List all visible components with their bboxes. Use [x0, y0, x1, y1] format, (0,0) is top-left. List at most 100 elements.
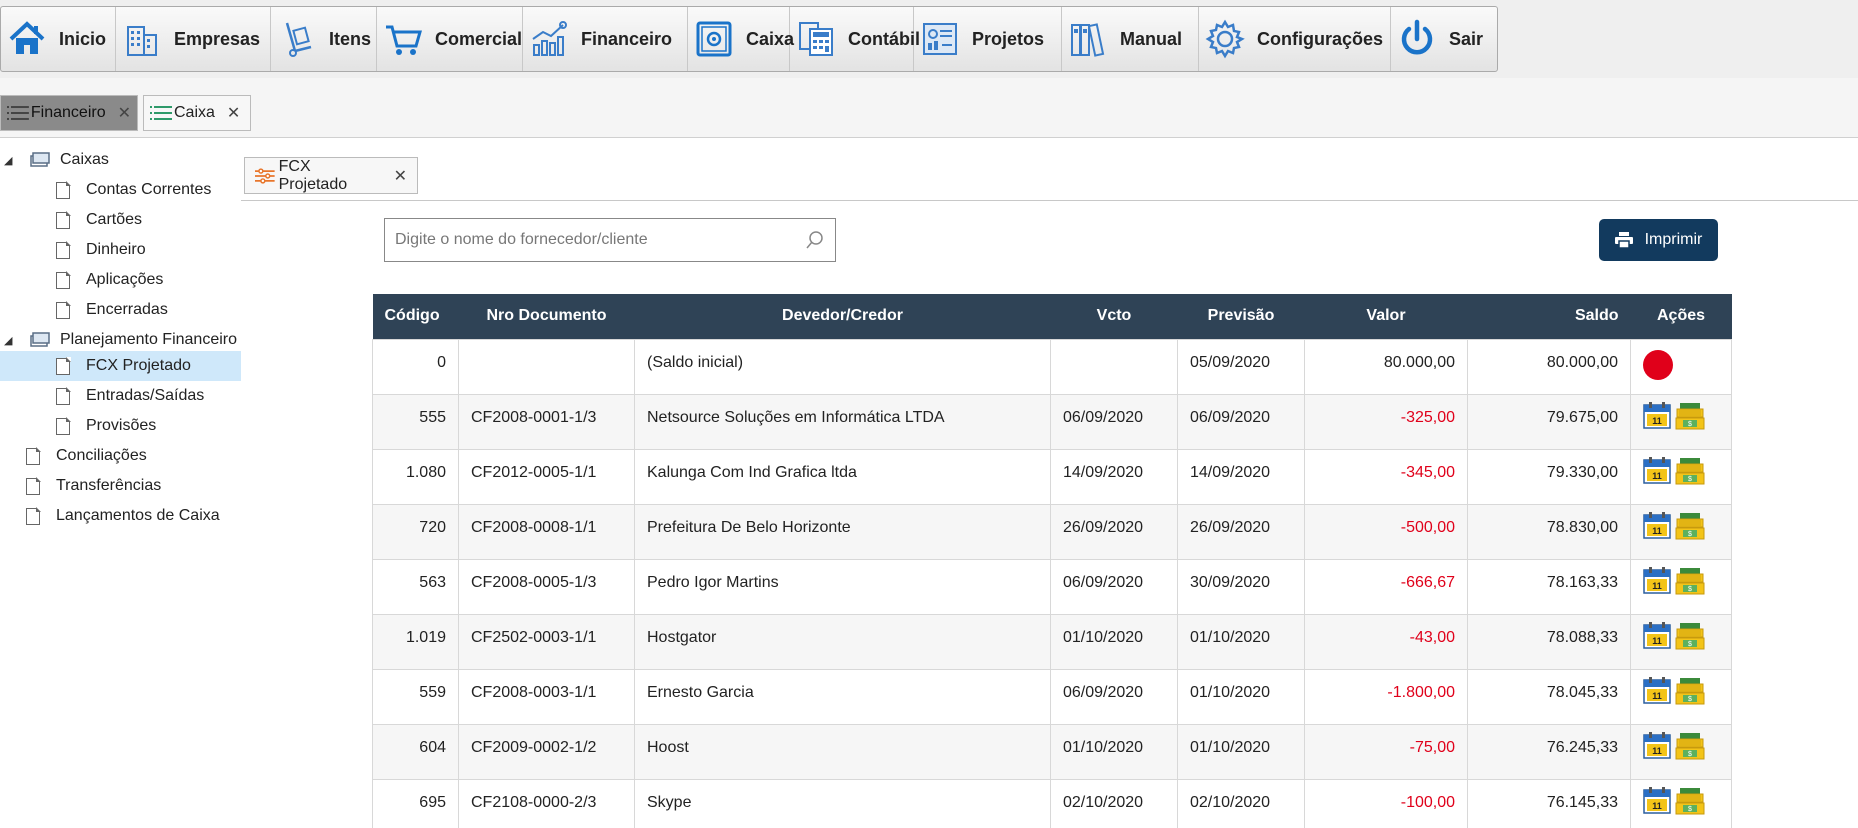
- nav-contabil[interactable]: Contábil: [790, 7, 920, 71]
- nav-inicio[interactable]: Inicio: [1, 7, 116, 71]
- cell-previsao: 02/10/2020: [1177, 778, 1305, 828]
- nav-itens[interactable]: Itens: [271, 7, 377, 71]
- table-row[interactable]: 604 CF2009-0002-1/2 Hoost 01/10/2020 01/…: [372, 723, 1732, 780]
- cash-register-icon[interactable]: $: [1675, 786, 1705, 816]
- cash-register-icon[interactable]: $: [1675, 511, 1705, 541]
- cell-saldo: 79.675,00: [1467, 393, 1631, 450]
- nav-configuracoes[interactable]: Configurações: [1199, 7, 1391, 71]
- nav-sair[interactable]: Sair: [1391, 7, 1497, 71]
- table-row[interactable]: 1.019 CF2502-0003-1/1 Hostgator 01/10/20…: [372, 613, 1732, 670]
- calendar-day: 11: [1652, 636, 1662, 646]
- nav-projetos[interactable]: Projetos: [914, 7, 1062, 71]
- tree-item-transferencias[interactable]: Transferências: [26, 471, 161, 501]
- calendar-icon[interactable]: 11: [1643, 401, 1671, 429]
- cell-vcto: 14/09/2020: [1050, 448, 1178, 505]
- print-button[interactable]: Imprimir: [1599, 219, 1718, 261]
- status-dot-icon[interactable]: [1643, 349, 1673, 380]
- tree-label: Lançamentos de Caixa: [56, 507, 220, 524]
- tree-label: FCX Projetado: [86, 357, 191, 374]
- cash-register-icon[interactable]: $: [1675, 676, 1705, 706]
- cell-vcto: 01/10/2020: [1050, 613, 1178, 670]
- table-row[interactable]: 559 CF2008-0003-1/1 Ernesto Garcia 06/09…: [372, 668, 1732, 725]
- tab-fcx-projetado[interactable]: FCX Projetado ✕: [244, 157, 418, 194]
- cell-devedor-credor: Pedro Igor Martins: [634, 558, 1051, 615]
- cell-previsao: 26/09/2020: [1177, 503, 1305, 560]
- cash-register-icon[interactable]: $: [1675, 456, 1705, 486]
- tree-item-lancamentos[interactable]: Lançamentos de Caixa: [26, 501, 220, 531]
- caret-icon[interactable]: ◢: [4, 334, 12, 347]
- cell-acoes: 11 $: [1630, 448, 1732, 505]
- col-header-previsao[interactable]: Previsão: [1177, 294, 1305, 339]
- hand-truck-icon: [277, 19, 317, 59]
- search-icon[interactable]: [805, 230, 825, 250]
- close-icon[interactable]: ✕: [118, 103, 131, 123]
- nav-comercial[interactable]: Comercial: [377, 7, 523, 71]
- table-row[interactable]: 720 CF2008-0008-1/1 Prefeitura De Belo H…: [372, 503, 1732, 560]
- cashflow-table: Código Nro Documento Devedor/Credor Vcto…: [372, 294, 1732, 828]
- tree-item-provisoes[interactable]: Provisões: [56, 411, 156, 441]
- calendar-icon[interactable]: 11: [1643, 566, 1671, 594]
- col-header-valor[interactable]: Valor: [1304, 294, 1468, 339]
- cell-valor: -500,00: [1304, 503, 1468, 560]
- col-header-vcto[interactable]: Vcto: [1050, 294, 1178, 339]
- table-row[interactable]: 0 (Saldo inicial) 05/09/2020 80.000,00 8…: [372, 338, 1732, 395]
- close-icon[interactable]: ✕: [394, 166, 407, 186]
- cell-previsao: 30/09/2020: [1177, 558, 1305, 615]
- tree-label: Entradas/Saídas: [86, 387, 205, 404]
- calendar-day: 11: [1652, 581, 1662, 591]
- nav-caixa[interactable]: Caixa: [688, 7, 794, 71]
- tree-item-encerradas[interactable]: Encerradas: [56, 295, 168, 325]
- cell-acoes: 11 $: [1630, 723, 1732, 780]
- cell-codigo: 720: [372, 503, 459, 560]
- tree-item-aplicacoes[interactable]: Aplicações: [56, 265, 163, 295]
- nav-financeiro[interactable]: Financeiro: [523, 7, 688, 71]
- calendar-icon[interactable]: 11: [1643, 456, 1671, 484]
- nav-label: Contábil: [848, 28, 920, 49]
- cash-register-icon[interactable]: $: [1675, 621, 1705, 651]
- table-row[interactable]: 555 CF2008-0001-1/3 Netsource Soluções e…: [372, 393, 1732, 450]
- col-header-devedor-credor[interactable]: Devedor/Credor: [634, 294, 1051, 339]
- close-icon[interactable]: ✕: [227, 103, 240, 123]
- cell-acoes: 11 $: [1630, 613, 1732, 670]
- table-row[interactable]: 563 CF2008-0005-1/3 Pedro Igor Martins 0…: [372, 558, 1732, 615]
- calendar-icon[interactable]: 11: [1643, 511, 1671, 539]
- svg-text:$: $: [1688, 531, 1692, 538]
- nav-label: Inicio: [59, 28, 107, 49]
- table-row[interactable]: 695 CF2108-0000-2/3 Skype 02/10/2020 02/…: [372, 778, 1732, 828]
- tree-item-fcx-projetado[interactable]: FCX Projetado: [0, 351, 241, 381]
- nav-empresas[interactable]: Empresas: [116, 7, 271, 71]
- calendar-icon[interactable]: 11: [1643, 731, 1671, 759]
- cash-register-icon[interactable]: $: [1675, 731, 1705, 761]
- nav-manual[interactable]: Manual: [1062, 7, 1199, 71]
- sliders-icon: [255, 167, 275, 184]
- cash-register-icon[interactable]: $: [1675, 401, 1705, 431]
- tree-item-cartoes[interactable]: Cartões: [56, 205, 142, 235]
- tree-node-caixas[interactable]: ◢ Caixas: [0, 145, 241, 175]
- col-header-saldo[interactable]: Saldo: [1467, 294, 1631, 339]
- caret-icon[interactable]: ◢: [4, 154, 12, 167]
- tree-item-dinheiro[interactable]: Dinheiro: [56, 235, 146, 265]
- table-header-row: Código Nro Documento Devedor/Credor Vcto…: [372, 294, 1732, 339]
- col-header-codigo[interactable]: Código: [372, 294, 459, 339]
- tab-financeiro[interactable]: Financeiro ✕: [0, 95, 138, 131]
- col-header-nro-documento[interactable]: Nro Documento: [458, 294, 635, 339]
- cell-vcto: [1050, 338, 1178, 395]
- cell-devedor-credor: Prefeitura De Belo Horizonte: [634, 503, 1051, 560]
- calendar-icon[interactable]: 11: [1643, 676, 1671, 704]
- tree-item-contas-correntes[interactable]: Contas Correntes: [56, 175, 211, 205]
- nav-label: Empresas: [174, 28, 261, 49]
- cash-register-icon[interactable]: $: [1675, 566, 1705, 596]
- tab-caixa[interactable]: Caixa ✕: [143, 95, 251, 131]
- cell-valor: -325,00: [1304, 393, 1468, 450]
- cell-devedor-credor: Hostgator: [634, 613, 1051, 670]
- search-input[interactable]: [395, 231, 805, 249]
- safe-icon: [694, 19, 734, 59]
- table-row[interactable]: 1.080 CF2012-0005-1/1 Kalunga Com Ind Gr…: [372, 448, 1732, 505]
- cell-vcto: 06/09/2020: [1050, 393, 1178, 450]
- tree-item-entradas-saidas[interactable]: Entradas/Saídas: [56, 381, 204, 411]
- calendar-icon[interactable]: 11: [1643, 621, 1671, 649]
- document-icon: [56, 241, 71, 259]
- tree-item-conciliacoes[interactable]: Conciliações: [26, 441, 147, 471]
- cell-nro-documento: CF2009-0002-1/2: [458, 723, 635, 780]
- calendar-icon[interactable]: 11: [1643, 786, 1671, 814]
